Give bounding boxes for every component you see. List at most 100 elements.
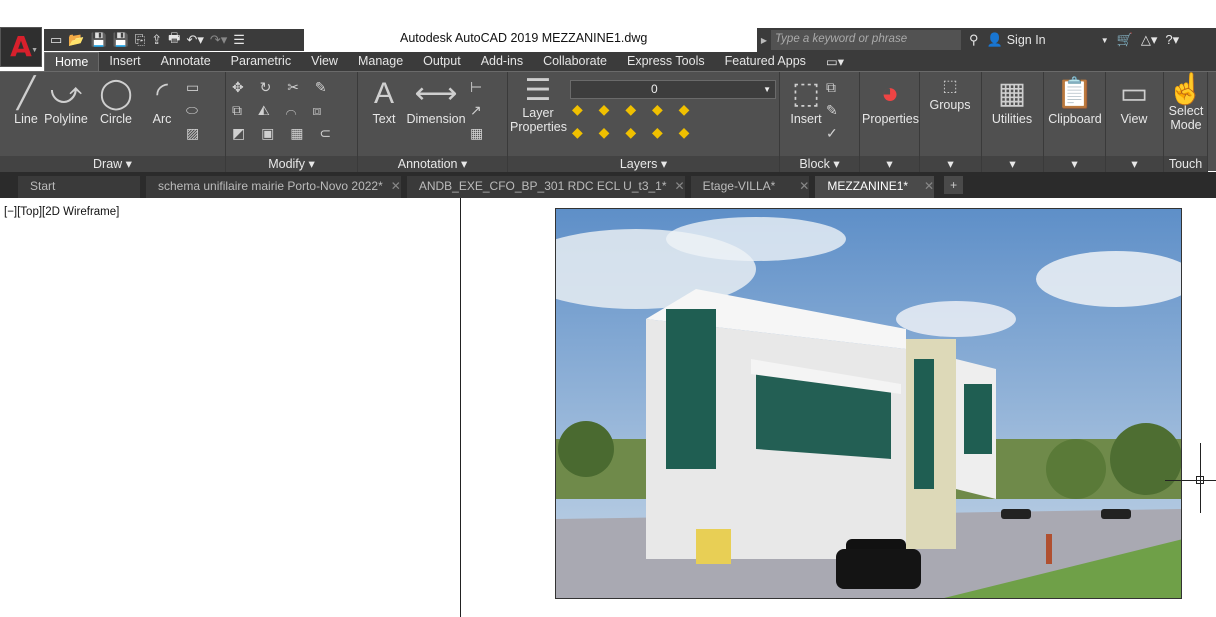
application-menu-button[interactable]: A ▼ <box>0 27 42 67</box>
tab-home[interactable]: Home <box>44 52 100 72</box>
close-icon[interactable]: ✕ <box>799 179 809 193</box>
layer-tools[interactable]: ◆ ◆ ◆ ◆ ◆ ◆ ◆ ◆ ◆ ◆ <box>572 98 695 144</box>
annotation-small-tools[interactable]: ⊢ ↗ ▦ <box>470 76 489 145</box>
tab-view[interactable]: View <box>301 52 348 72</box>
chevron-right-icon[interactable]: ▶ <box>757 36 771 45</box>
color-wheel-icon: ◕ <box>880 77 900 110</box>
insert-button[interactable]: ⬚ Insert <box>780 76 832 126</box>
search-input[interactable]: Type a keyword or phrase <box>771 30 961 50</box>
groups-icon: ⬚ <box>942 78 958 95</box>
save-icon[interactable]: 💾 <box>90 32 106 48</box>
panel-annotation: A Text ⟷ Dimension ⊢ ↗ ▦ Annotation ▾ <box>358 72 508 172</box>
groups-label: Groups <box>929 98 971 112</box>
doc-tab-label: schema unifilaire mairie Porto-Novo 2022… <box>158 179 383 193</box>
tab-express-tools[interactable]: Express Tools <box>617 52 715 72</box>
panel-label-block[interactable]: Block ▾ <box>780 156 859 172</box>
clipboard-button[interactable]: 📋 Clipboard <box>1046 76 1104 126</box>
binoculars-icon[interactable]: ⚲ <box>969 32 979 48</box>
rendered-building-image[interactable] <box>555 208 1182 599</box>
clipboard-expand[interactable]: ▾ <box>1044 156 1105 172</box>
open-file-icon[interactable]: 📂 <box>68 32 84 48</box>
utilities-expand[interactable]: ▾ <box>982 156 1043 172</box>
chevron-down-icon: ▼ <box>31 47 38 54</box>
groups-button[interactable]: ⬚ Groups <box>924 76 976 112</box>
close-icon[interactable]: ✕ <box>924 179 934 193</box>
undo-icon[interactable]: ↶▾ <box>186 32 203 48</box>
panel-view: ▭ View ▾ <box>1106 72 1164 172</box>
panel-label-modify[interactable]: Modify ▾ <box>226 156 357 172</box>
help-icon[interactable]: ?▾ <box>1165 32 1179 48</box>
panel-block: ⬚ Insert ⧉ ✎ ✓ Block ▾ <box>780 72 860 172</box>
panel-label-layers[interactable]: Layers ▾ <box>508 156 779 172</box>
doc-tab-label: MEZZANINE1* <box>827 179 909 193</box>
panel-modify: ✥ ↻ ✂ ✎ ⧉ ◭ ⌒ ⧈ ◩ ▣ ▦ ⊂ Modify ▾ <box>226 72 358 172</box>
doc-tab-label: Etage-VILLA* <box>702 179 776 193</box>
groups-expand[interactable]: ▾ <box>920 156 981 172</box>
ribbon-state-toggle[interactable]: ▭▾ <box>816 52 854 72</box>
publish-icon[interactable]: ⎘ <box>135 32 145 48</box>
layer-properties-label: Properties <box>510 120 567 134</box>
layer-dropdown[interactable]: 0 ▼ <box>570 80 776 99</box>
tab-manage[interactable]: Manage <box>348 52 413 72</box>
utilities-label: Utilities <box>991 112 1033 126</box>
panel-label-draw[interactable]: Draw ▾ <box>0 156 225 172</box>
customize-qat-icon[interactable]: ☰ <box>233 32 245 48</box>
viewport-controls[interactable]: [−][Top][2D Wireframe] <box>4 206 119 218</box>
properties-expand[interactable]: ▾ <box>860 156 919 172</box>
view-expand[interactable]: ▾ <box>1106 156 1163 172</box>
arc-button[interactable]: ◜ Arc <box>136 76 188 126</box>
cart-icon[interactable]: 🛒 <box>1117 32 1133 48</box>
circle-button[interactable]: ◯ Circle <box>90 76 142 126</box>
doc-tab-schema-unifilaire[interactable]: schema unifilaire mairie Porto-Novo 2022… <box>146 176 401 198</box>
select-mode-button[interactable]: ☝ Select Mode <box>1160 73 1212 133</box>
close-icon[interactable]: ✕ <box>391 179 401 193</box>
panel-label-annotation[interactable]: Annotation ▾ <box>358 156 507 172</box>
tab-collaborate[interactable]: Collaborate <box>533 52 617 72</box>
new-file-icon[interactable]: ▭ <box>50 32 62 48</box>
hand-pointer-icon: ☝ <box>1167 73 1205 106</box>
user-icon[interactable]: 👤 <box>987 32 1003 48</box>
dimension-icon: ⟷ <box>414 77 458 110</box>
chevron-down-icon[interactable]: ▼ <box>1101 36 1109 45</box>
current-layer-value: 0 <box>651 82 658 96</box>
view-button[interactable]: ▭ View <box>1108 76 1160 126</box>
autodesk-a360-icon[interactable]: △▾ <box>1141 32 1158 48</box>
polyline-button[interactable]: ⤻ Polyline <box>40 76 92 126</box>
infocenter: ▶ Type a keyword or phrase ⚲ 👤 Sign In ▼… <box>757 28 1216 52</box>
properties-label: Properties <box>862 112 919 126</box>
block-small-tools[interactable]: ⧉ ✎ ✓ <box>826 76 844 145</box>
drawing-area[interactable]: [−][Top][2D Wireframe] <box>0 198 1216 617</box>
close-icon[interactable]: ✕ <box>675 179 685 193</box>
draw-small-tools[interactable]: ▭ ⬭ ▨ <box>186 76 205 145</box>
tab-annotate[interactable]: Annotate <box>151 52 221 72</box>
doc-tab-etage-villa[interactable]: Etage-VILLA* ✕ <box>690 176 810 198</box>
tab-add-ins[interactable]: Add-ins <box>471 52 533 72</box>
pickbox-icon <box>1196 476 1204 484</box>
cloud-upload-icon[interactable]: ⇪ <box>151 32 162 48</box>
building-render-svg <box>556 209 1181 598</box>
properties-button[interactable]: ◕ Properties <box>862 76 919 126</box>
text-icon: A <box>373 77 394 110</box>
doc-tab-mezzanine1[interactable]: MEZZANINE1* ✕ <box>815 176 935 198</box>
tab-insert[interactable]: Insert <box>99 52 150 72</box>
insert-block-icon: ⬚ <box>791 77 821 110</box>
new-tab-button[interactable]: + <box>944 176 964 194</box>
redo-icon[interactable]: ↷▾ <box>210 32 227 48</box>
text-button[interactable]: A Text <box>358 76 410 126</box>
plot-icon[interactable]: 🖶 <box>168 29 180 51</box>
sign-in-button[interactable]: Sign In <box>1007 33 1093 47</box>
utilities-button[interactable]: ▦ Utilities <box>986 76 1038 126</box>
tab-parametric[interactable]: Parametric <box>221 52 301 72</box>
doc-tab-start[interactable]: Start <box>18 176 140 198</box>
panel-label-touch: Touch <box>1164 156 1207 172</box>
tab-featured-apps[interactable]: Featured Apps <box>715 52 816 72</box>
autocad-logo-icon: A <box>10 30 32 63</box>
layer-properties-button[interactable]: ☰ Layer Properties <box>510 76 567 135</box>
save-as-icon[interactable]: 💾 <box>113 32 129 48</box>
tab-output[interactable]: Output <box>413 52 471 72</box>
dimension-button[interactable]: ⟷ Dimension <box>406 76 466 126</box>
modify-tools[interactable]: ✥ ↻ ✂ ✎ ⧉ ◭ ⌒ ⧈ ◩ ▣ ▦ ⊂ <box>232 76 337 145</box>
window-title: Autodesk AutoCAD 2019 MEZZANINE1.dwg <box>400 31 648 45</box>
draw-label: Draw <box>93 157 123 171</box>
doc-tab-andb-exe[interactable]: ANDB_EXE_CFO_BP_301 RDC ECL U_t3_1* ✕ <box>406 176 685 198</box>
